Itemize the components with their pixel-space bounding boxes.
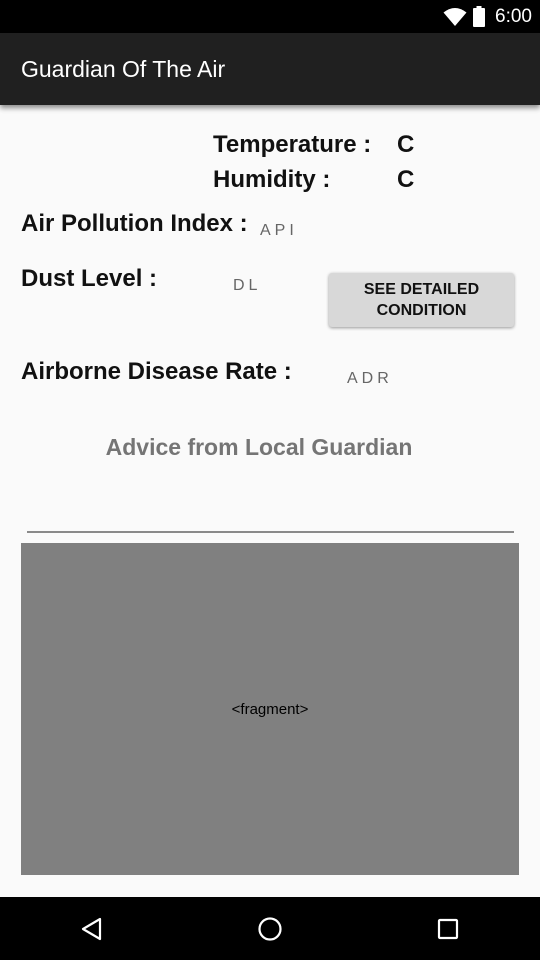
airborne-disease-rate-label: Airborne Disease Rate : xyxy=(21,358,292,385)
fragment-container: <fragment> xyxy=(21,543,519,875)
app-bar: Guardian Of The Air xyxy=(0,33,540,105)
temperature-unit: C xyxy=(397,131,415,158)
recents-square-icon xyxy=(437,918,459,939)
dust-level-value: DL xyxy=(233,277,262,294)
see-detailed-condition-button[interactable]: SEE DETAILED CONDITION xyxy=(329,273,514,327)
clock: 6:00 xyxy=(495,5,532,27)
wifi-icon xyxy=(443,7,467,26)
recents-button[interactable] xyxy=(408,897,488,960)
advice-title: Advice from Local Guardian xyxy=(105,434,413,460)
airborne-disease-rate-value: ADR xyxy=(347,370,393,387)
divider xyxy=(27,531,514,533)
air-pollution-index-label: Air Pollution Index : xyxy=(21,210,248,237)
back-triangle-icon xyxy=(81,917,102,940)
battery-icon xyxy=(473,6,486,27)
humidity-unit: C xyxy=(397,166,415,193)
home-button[interactable] xyxy=(230,897,310,960)
home-circle-icon xyxy=(258,916,282,941)
app-title: Guardian Of The Air xyxy=(21,56,226,82)
back-button[interactable] xyxy=(52,897,132,960)
status-bar: 6:00 xyxy=(0,0,540,33)
air-pollution-index-value: API xyxy=(260,222,298,239)
temperature-label: Temperature : xyxy=(213,131,372,158)
humidity-label: Humidity : xyxy=(213,166,331,193)
status-icons: 6:00 xyxy=(443,0,532,33)
navigation-bar xyxy=(0,897,540,960)
dust-level-label: Dust Level : xyxy=(21,265,158,292)
fragment-label: <fragment> xyxy=(231,700,309,718)
